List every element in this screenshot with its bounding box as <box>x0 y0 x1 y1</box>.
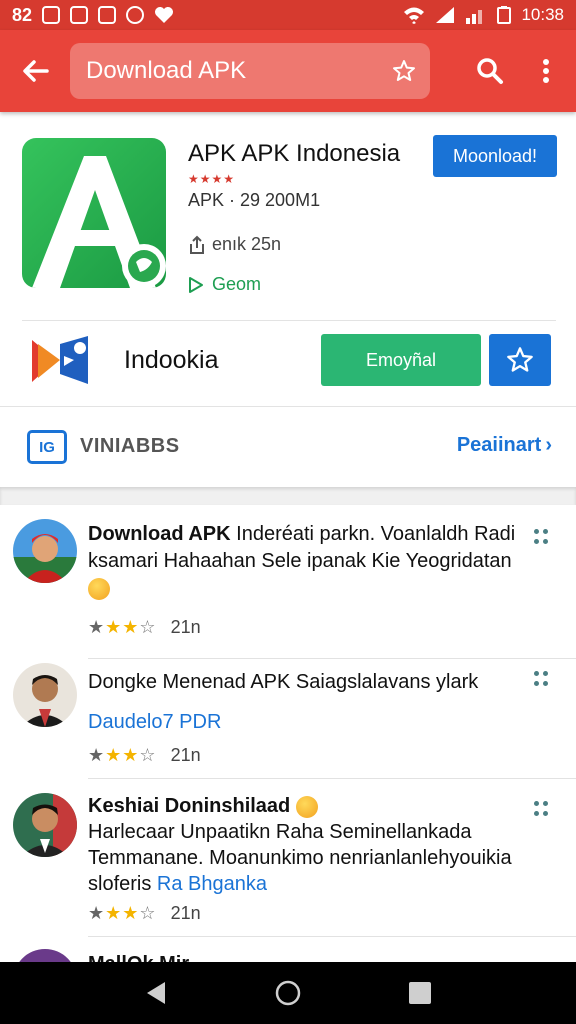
avatar[interactable] <box>13 949 77 962</box>
nav-recents-icon[interactable] <box>407 980 433 1006</box>
app-rating-stars: ★★★★ <box>188 172 236 186</box>
avatar[interactable] <box>13 793 77 857</box>
review-text: Harlecaar Unpaatikn Raha Seminellankada … <box>88 819 536 897</box>
notification-icon <box>98 6 117 24</box>
download-button[interactable]: Moonload! <box>433 135 557 177</box>
smiley-emoji-icon <box>88 577 110 600</box>
rating-stars: ★★★☆ <box>88 903 157 923</box>
app-shares: enık 25n <box>188 234 281 255</box>
avatar[interactable] <box>13 663 77 727</box>
notification-icon <box>42 6 61 24</box>
app-play-label: Geom <box>212 274 262 294</box>
signal-bars-icon <box>466 10 483 24</box>
section-separator <box>0 487 576 505</box>
arrow-back-icon <box>23 60 49 82</box>
notification-icon <box>70 6 89 24</box>
review-author: Keshiai Doninshilaad <box>88 795 291 817</box>
divider <box>0 406 576 407</box>
system-nav-bar <box>0 962 576 1024</box>
review-link[interactable]: Ra Bhganka <box>157 873 267 895</box>
review-menu-icon[interactable] <box>534 801 550 821</box>
review-item[interactable]: Keshiai Doninshilaad Harlecaar Unpaatikn… <box>0 779 576 937</box>
avatar-image <box>13 663 77 727</box>
brand-logo <box>30 334 90 386</box>
smiley-emoji-icon <box>295 795 318 818</box>
vin-logo: IG <box>27 430 67 464</box>
rating-count: 21n <box>170 617 201 637</box>
search-icon <box>477 58 503 84</box>
review-author: Download APK <box>88 523 231 545</box>
review-author-line: Keshiai Doninshilaad <box>88 793 526 820</box>
rating-stars: ★★★☆ <box>88 745 157 765</box>
notification-icon <box>126 6 145 24</box>
more-vert-icon <box>543 59 549 83</box>
search-button[interactable] <box>462 30 518 112</box>
review-menu-icon[interactable] <box>534 529 550 549</box>
signal-icon <box>436 7 455 23</box>
favorite-button[interactable] <box>489 334 551 386</box>
more-options-button[interactable] <box>518 30 574 112</box>
clock: 10:38 <box>521 5 564 24</box>
review-author-line: MallOk Mir <box>88 951 526 962</box>
search-text: Download APK <box>86 57 247 84</box>
brand-name: Indookia <box>124 346 219 374</box>
rating-stars: ★★★☆ <box>88 617 157 637</box>
review-item[interactable]: Dongke Menenad APK Saiagslalavans ylark … <box>0 659 576 779</box>
vin-link[interactable]: Peaiinart › <box>457 434 552 457</box>
battery-icon <box>497 6 512 24</box>
app-meta: APK · 29 200M1 <box>188 190 321 210</box>
play-icon <box>189 276 203 293</box>
review-body: Dongke Menenad APK Saiagslalavans ylark <box>88 671 479 693</box>
star-icon[interactable] <box>392 59 416 83</box>
brand-action-button[interactable]: Emoyñal <box>321 334 481 386</box>
review-author: MallOk Mir <box>88 953 189 962</box>
rating-count: 21n <box>170 745 201 765</box>
app-icon[interactable] <box>22 138 166 288</box>
back-button[interactable] <box>0 30 70 112</box>
review-rating: ★★★☆ 21n <box>88 745 201 766</box>
nav-home-icon[interactable] <box>274 979 302 1007</box>
review-rating: ★★★☆ 21n <box>88 617 201 638</box>
review-body: Harlecaar Unpaatikn Raha Seminellankada … <box>88 821 512 895</box>
star-outline-icon <box>507 347 533 372</box>
app-title: APK APK Indonesia <box>188 140 401 167</box>
avatar-image <box>13 949 77 962</box>
brand-logo-icon <box>32 336 88 384</box>
review-text: Download APK Inderéati parkn. Voanlaldh … <box>88 521 526 602</box>
review-menu-icon[interactable] <box>534 671 550 691</box>
avatar-image <box>13 793 77 857</box>
search-field[interactable]: Download APK <box>70 43 430 99</box>
status-bar: 82 10:38 <box>0 0 576 30</box>
app-shares-text: enık 25n <box>212 234 282 254</box>
share-icon <box>190 235 204 254</box>
chevron-right-icon: › <box>545 434 552 456</box>
review-item[interactable]: MallOk Mir <box>0 937 576 962</box>
review-text: Dongke Menenad APK Saiagslalavans ylark <box>88 669 526 696</box>
wifi-icon <box>404 7 425 24</box>
app-bar: Download APK <box>0 30 576 112</box>
nav-back-icon[interactable] <box>143 979 169 1007</box>
app-play-link[interactable]: Geom <box>188 274 261 295</box>
avatar[interactable] <box>13 519 77 583</box>
review-link[interactable]: Daudelo7 PDR <box>88 709 536 735</box>
rating-count: 21n <box>170 903 201 923</box>
divider <box>22 320 556 321</box>
review-item[interactable]: Download APK Inderéati parkn. Voanlaldh … <box>0 505 576 659</box>
vin-link-text: Peaiinart <box>456 434 542 456</box>
app-logo-a-icon <box>32 156 166 288</box>
status-number: 82 <box>12 4 33 25</box>
review-rating: ★★★☆ 21n <box>88 903 201 924</box>
avatar-image <box>13 519 77 583</box>
vin-label: VINIABBS <box>80 435 180 457</box>
heart-icon <box>155 7 174 23</box>
